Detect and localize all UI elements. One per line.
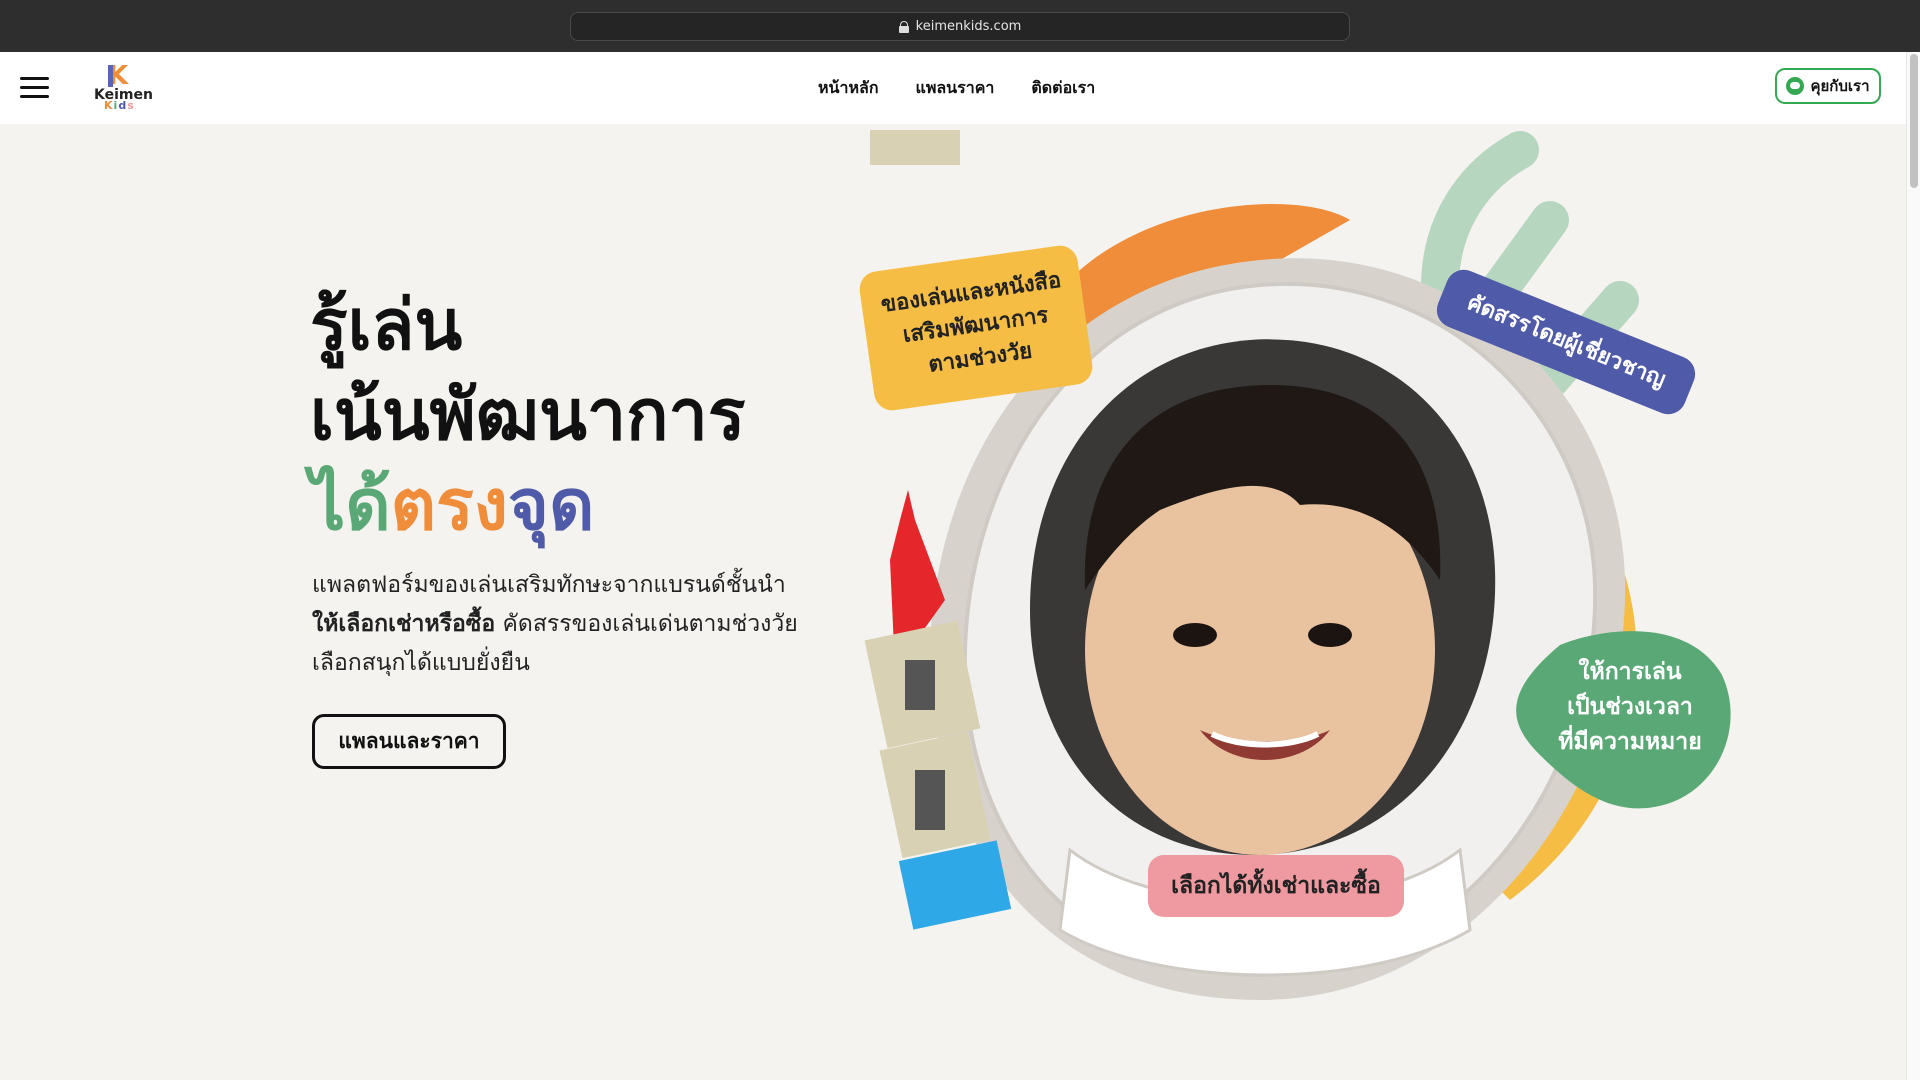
chat-button-label: คุยกับเรา [1810,77,1870,95]
main-nav: หน้าหลัก แพลนราคา ติดต่อเรา [818,76,1095,101]
headline-word-3: จุด [507,464,595,546]
tag-green-line-2: เป็นช่วงเวลา [1567,694,1693,720]
tag-rent-or-buy: เลือกได้ทั้งเช่าและซื้อ [1148,855,1404,917]
chat-with-us-button[interactable]: คุยกับเรา [1775,68,1881,104]
scrollbar-thumb[interactable] [1910,54,1918,188]
desc-line-2-rest: คัดสรรของเล่นเด่นตามช่วงวัย [495,611,798,637]
headline-word-1: ได้ [310,464,391,546]
left-eye [1173,623,1217,647]
hero-description: แพลตฟอร์มของเล่นเสริมทักษะจากแบรนด์ชั้นน… [312,566,802,683]
nav-link-contact[interactable]: ติดต่อเรา [1031,76,1095,101]
plans-pricing-button[interactable]: แพลนและราคา [312,714,506,769]
nav-link-home[interactable]: หน้าหลัก [818,76,879,101]
tag-meaningful-play: ให้การเล่น เป็นช่วงเวลา ที่มีความหมาย [1545,655,1715,760]
url-text: keimenkids.com [915,19,1022,34]
logo-subtext: Kids [104,99,135,112]
nav-link-pricing[interactable]: แพลนราคา [916,76,995,101]
logo-mark: K [108,61,129,91]
headline-line-2: เน้นพัฒนาการ [310,374,746,456]
right-eye [1308,623,1352,647]
lock-icon [898,20,909,33]
desc-line-1: แพลตฟอร์มของเล่นเสริมทักษะจากแบรนด์ชั้นน… [312,572,786,598]
headline-line-1: รู้เล่น [310,284,463,366]
line-chat-icon [1786,77,1805,95]
menu-icon[interactable] [20,77,49,99]
tag-green-line-3: ที่มีความหมาย [1558,729,1702,755]
site-header: K Keimen Kids หน้าหลัก แพลนราคา ติดต่อเร… [0,52,1906,124]
scrollbar[interactable] [1906,52,1920,1080]
desc-line-3: เลือกสนุกได้แบบยั่งยืน [312,650,530,676]
desc-line-2: ให้เลือกเช่าหรือซื้อ คัดสรรของเล่นเด่นตา… [312,605,802,644]
desc-bold: ให้เลือกเช่าหรือซื้อ [312,611,496,637]
headline-word-2: ตรง [390,464,508,546]
hero-headline: รู้เล่น เน้นพัฒนาการ ได้ตรงจุด [310,280,745,550]
tag-green-line-1: ให้การเล่น [1578,659,1682,685]
logo[interactable]: K Keimen Kids [94,62,154,114]
headline-line-3: ได้ตรงจุด [310,460,745,550]
browser-toolbar: keimenkids.com [0,0,1920,52]
address-bar[interactable]: keimenkids.com [570,12,1350,41]
